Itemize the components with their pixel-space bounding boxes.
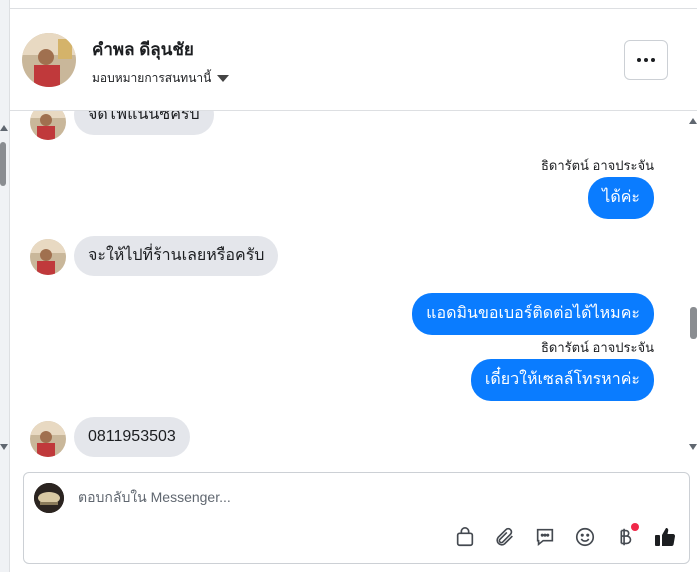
- left-scrollbar-thumb[interactable]: [0, 142, 6, 186]
- sender-name: ธิดารัตน์ อาจประจัน: [540, 340, 654, 355]
- left-scroll-down-arrow[interactable]: [0, 444, 8, 450]
- notification-dot: [631, 523, 639, 531]
- right-scrollbar[interactable]: [687, 111, 697, 466]
- right-scroll-up-arrow[interactable]: [689, 118, 697, 124]
- composer-toolbar: [453, 523, 677, 549]
- reply-composer: [23, 472, 690, 564]
- reply-input[interactable]: [78, 489, 638, 505]
- contact-name[interactable]: คำพล ดีลุนชัย: [92, 36, 194, 63]
- assign-conversation-label: มอบหมายการสนทนานี้: [92, 71, 212, 85]
- smiley-icon[interactable]: [573, 525, 597, 549]
- baht-icon[interactable]: [613, 523, 639, 549]
- outgoing-message[interactable]: เดี๋ยวให้เซลล์โทรหาค่ะ: [470, 359, 654, 401]
- contact-message-avatar: [30, 111, 66, 140]
- contact-message-avatar: [30, 421, 66, 457]
- more-options-icon-dot: [644, 58, 648, 62]
- incoming-message[interactable]: จะให้ไปที่ร้านเลยหรือครับ: [74, 236, 279, 276]
- contact-avatar[interactable]: [22, 33, 76, 87]
- paperclip-icon[interactable]: [493, 525, 517, 549]
- more-options-icon-dot: [651, 58, 655, 62]
- more-options-icon: [637, 58, 641, 62]
- thumbs-up-icon[interactable]: [653, 525, 677, 549]
- page-avatar: [34, 483, 64, 513]
- assign-conversation-dropdown[interactable]: มอบหมายการสนทนานี้: [92, 69, 230, 88]
- incoming-message[interactable]: จัดไฟแนนซ์ครับ: [74, 111, 214, 135]
- right-scroll-down-arrow[interactable]: [689, 444, 697, 450]
- message-thread[interactable]: จัดไฟแนนซ์ครับ ธิดารัตน์ อาจประจัน ได้ค่…: [10, 111, 687, 466]
- incoming-message[interactable]: 0811953503: [74, 417, 190, 457]
- chat-bubble-icon[interactable]: [533, 525, 557, 549]
- more-options-button[interactable]: [624, 40, 668, 80]
- messenger-conversation-panel: คำพล ดีลุนชัย มอบหมายการสนทนานี้ จัดไฟแน…: [0, 0, 697, 572]
- outgoing-message[interactable]: ได้ค่ะ: [588, 177, 654, 219]
- right-scrollbar-thumb[interactable]: [690, 307, 697, 339]
- conversation-header: คำพล ดีลุนชัย มอบหมายการสนทนานี้: [10, 8, 697, 111]
- caret-down-icon: [217, 75, 230, 82]
- shopping-bag-icon[interactable]: [453, 525, 477, 549]
- outgoing-message[interactable]: แอดมินขอเบอร์ติดต่อได้ไหมคะ: [412, 293, 654, 335]
- contact-message-avatar: [30, 239, 66, 275]
- left-scroll-up-arrow[interactable]: [0, 125, 8, 131]
- left-scrollbar[interactable]: [0, 0, 10, 572]
- sender-name: ธิดารัตน์ อาจประจัน: [540, 158, 654, 173]
